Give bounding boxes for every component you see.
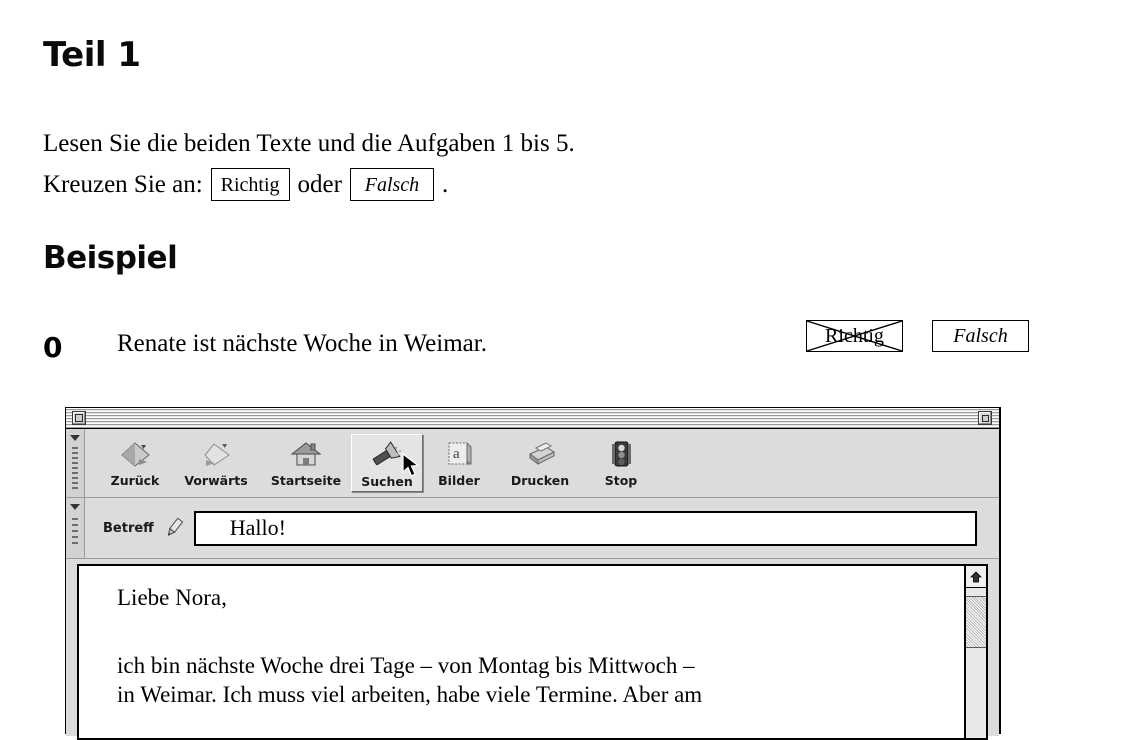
toolbar-button-startseite-label: Startseite [270, 473, 342, 488]
instruction-line-1: Lesen Sie die beiden Texte und die Aufga… [43, 130, 575, 157]
pencil-edit-icon [162, 516, 186, 540]
answer-box-falsch-label: Falsch [953, 324, 1008, 347]
toolbar-button-drucken[interactable]: Drucken [495, 434, 585, 492]
toolbar-button-zurueck-label: Zurück [110, 473, 160, 488]
example-answer-group: Richtig Falsch [806, 320, 1029, 352]
section-title-beispiel: Beispiel [43, 240, 178, 276]
scroll-up-arrow[interactable] [966, 566, 986, 588]
subject-input[interactable]: Hallo! [193, 510, 977, 546]
toolbar-button-stop-label: Stop [604, 473, 638, 488]
subject-label: Betreff [103, 520, 154, 536]
forward-arrow-icon [199, 438, 233, 470]
images-picture-icon: a [442, 438, 476, 470]
mac-browser-window: Zurück Vorwärts Startseite Suchen a Bild… [65, 407, 1001, 740]
toolbar-button-row: Zurück Vorwärts Startseite Suchen a Bild… [85, 429, 999, 497]
toolbar-button-bilder-label: Bilder [438, 473, 480, 488]
message-body-frame: Liebe Nora, ich bin nächste Woche drei T… [77, 564, 988, 740]
back-arrow-icon [118, 438, 152, 470]
message-scrollbar[interactable] [964, 566, 986, 738]
chevron-down-icon [70, 504, 80, 510]
instruction-conjunction: oder [297, 170, 342, 198]
message-body-text[interactable]: Liebe Nora, ich bin nächste Woche drei T… [79, 566, 964, 738]
legend-box-richtig: Richtig [210, 168, 290, 201]
message-body-area: Liebe Nora, ich bin nächste Woche drei T… [66, 559, 999, 740]
toolbar-button-vorwaerts[interactable]: Vorwärts [171, 434, 261, 492]
legend-box-falsch: Falsch [349, 168, 434, 201]
svg-text:a: a [453, 446, 460, 462]
example-item-number: 0 [43, 331, 63, 364]
toolbar-button-startseite[interactable]: Startseite [261, 434, 351, 492]
message-paragraph-line-1: ich bin nächste Woche drei Tage – von Mo… [117, 653, 695, 679]
answer-box-richtig-label: Richtig [825, 324, 884, 347]
printer-icon [523, 438, 557, 470]
toolbar-button-vorwaerts-label: Vorwärts [184, 473, 248, 488]
instruction-period: . [441, 170, 449, 198]
browser-toolbar: Zurück Vorwärts Startseite Suchen a Bild… [66, 429, 999, 498]
home-house-icon [289, 438, 323, 470]
toolbar-button-drucken-label: Drucken [510, 473, 570, 488]
subject-collapse-handle[interactable] [66, 498, 85, 558]
message-paragraph-line-2: in Weimar. Ich muss viel arbeiten, habe … [117, 682, 703, 708]
answer-box-falsch[interactable]: Falsch [932, 320, 1029, 352]
close-box-icon[interactable] [72, 411, 86, 425]
page-title-teil: Teil 1 [43, 35, 141, 75]
traffic-light-stop-icon [604, 438, 638, 470]
window-title-bar[interactable] [66, 408, 999, 429]
grip-dots-icon [72, 447, 78, 491]
toolbar-button-suchen-label: Suchen [361, 474, 413, 489]
toolbar-button-suchen[interactable]: Suchen [351, 434, 423, 492]
message-salutation: Liebe Nora, [117, 585, 227, 610]
instruction-prefix: Kreuzen Sie an: [43, 170, 203, 198]
scrollbar-thumb[interactable] [966, 596, 986, 648]
toolbar-collapse-handle[interactable] [66, 429, 85, 497]
toolbar-button-bilder[interactable]: a Bilder [423, 434, 495, 492]
answer-box-richtig[interactable]: Richtig [806, 320, 903, 352]
instruction-line-2: Kreuzen Sie an: Richtig oder Falsch . [43, 168, 448, 201]
title-bar-stripes [66, 408, 999, 428]
zoom-box-icon[interactable] [978, 411, 992, 425]
flashlight-search-icon [370, 439, 404, 471]
grip-dots-icon [72, 518, 78, 544]
toolbar-button-zurueck[interactable]: Zurück [99, 434, 171, 492]
example-statement: Renate ist nächste Woche in Weimar. [117, 330, 487, 357]
subject-row: Betreff Hallo! [66, 498, 999, 559]
chevron-down-icon [70, 435, 80, 441]
toolbar-button-stop[interactable]: Stop [585, 434, 657, 492]
